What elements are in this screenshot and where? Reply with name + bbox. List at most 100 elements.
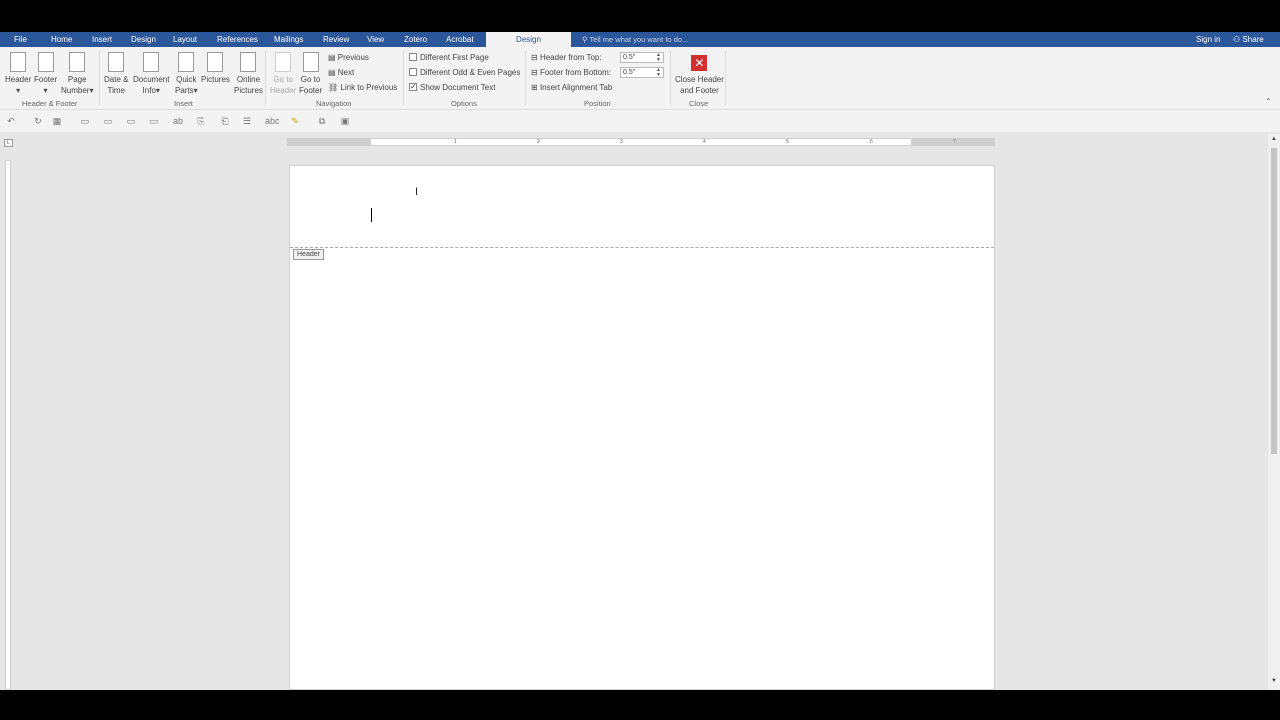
header-tag: Header	[293, 249, 324, 260]
group-divider	[99, 51, 100, 105]
checkbox-checked-icon	[409, 82, 417, 91]
footer-from-bottom-label: ⊟ Footer from Bottom:	[531, 68, 612, 77]
link-to-previous-button[interactable]: ⛓ Link to Previous	[328, 83, 397, 92]
quick-parts-icon	[178, 52, 195, 72]
group-label-header-footer: Header & Footer	[22, 99, 78, 108]
clipboard-icon[interactable]: ⎘	[196, 116, 206, 126]
document-info-button[interactable]: Document Info▾	[133, 52, 169, 96]
bullet-list-icon[interactable]: ☰	[242, 116, 252, 126]
tab-selector-icon[interactable]: L	[4, 139, 13, 147]
go-to-footer-button[interactable]: Go to Footer	[299, 52, 322, 96]
highlight-icon[interactable]: ✎	[290, 116, 300, 126]
header-from-top-spinner[interactable]: 0.5" ▲ ▼	[620, 52, 664, 63]
tab-mailings[interactable]: Mailings	[274, 35, 303, 44]
ruler-number: 4	[703, 139, 706, 145]
text-cursor	[371, 208, 372, 222]
share-button[interactable]: ⚇ Share	[1233, 35, 1264, 44]
group-divider	[725, 51, 726, 105]
different-odd-even-checkbox[interactable]: Different Odd & Even Pages	[409, 68, 520, 77]
format-icon[interactable]: ▭	[149, 116, 159, 126]
ruler-number: 2	[537, 139, 540, 145]
format-icon[interactable]: ▭	[103, 116, 113, 126]
footer-button[interactable]: Footer ▾	[34, 52, 57, 96]
scrollbar-thumb[interactable]	[1271, 148, 1277, 454]
different-first-page-checkbox[interactable]: Different First Page	[409, 53, 489, 62]
spinner-arrows-icon[interactable]: ▲ ▼	[656, 68, 661, 78]
tab-design[interactable]: Design	[131, 35, 156, 44]
dropdown-arrow-icon: ▾	[89, 86, 94, 95]
go-to-header-button[interactable]: Go to Header	[270, 52, 296, 96]
undo-icon[interactable]: ↶	[6, 116, 16, 126]
ruler-number: 1	[454, 139, 457, 145]
next-button[interactable]: ▤ Next	[328, 68, 354, 77]
ribbon: Header ▾ Footer ▾ Page Number▾ Header & Foo…	[0, 47, 1280, 110]
calendar-icon	[108, 52, 125, 72]
tell-me-box[interactable]: ⚲ Tell me what you want to do...	[582, 35, 688, 44]
collapse-ribbon-icon[interactable]: ⌃	[1265, 97, 1272, 106]
tab-review[interactable]: Review	[323, 35, 349, 44]
header-button[interactable]: Header ▾	[5, 52, 31, 96]
group-label-navigation: Navigation	[316, 99, 352, 108]
go-to-footer-icon	[302, 52, 319, 72]
tab-zotero[interactable]: Zotero	[404, 35, 427, 44]
quick-parts-button[interactable]: Quick Parts▾	[175, 52, 198, 96]
window-top-bar	[0, 0, 1280, 32]
group-divider	[265, 51, 266, 105]
online-pictures-button[interactable]: Online Pictures	[234, 52, 263, 96]
footer-from-bottom-spinner[interactable]: 0.5" ▲ ▼	[620, 67, 664, 78]
previous-button[interactable]: ▤ Previous	[328, 53, 369, 62]
redo-icon[interactable]: ↻	[33, 116, 43, 126]
table-icon[interactable]: ▦	[52, 116, 62, 126]
footer-icon	[37, 52, 54, 72]
next-icon: ▤	[328, 68, 338, 77]
picture-icon	[207, 52, 224, 72]
sign-in-link[interactable]: Sign in	[1196, 35, 1220, 44]
document-page[interactable]: I Header	[289, 165, 995, 690]
checkbox-icon	[409, 53, 417, 61]
quick-access-toolbar: ↶ ↻ ▦ ▭ ▭ ▭ ▭ ab ⎘ ⎗ ☰ abc ✎ ⧉ ▣	[0, 110, 1280, 132]
save-icon[interactable]: ▣	[340, 116, 350, 126]
dropdown-arrow-icon: ▾	[155, 86, 160, 95]
dropdown-arrow-icon: ▾	[193, 86, 198, 95]
tab-layout[interactable]: Layout	[173, 35, 197, 44]
insert-alignment-tab-button[interactable]: ⊞ Insert Alignment Tab	[531, 83, 612, 92]
tab-references[interactable]: References	[217, 35, 258, 44]
scroll-down-icon[interactable]: ▼	[1271, 678, 1277, 684]
ruler-number: 3	[620, 139, 623, 145]
page-icon[interactable]: ⎗	[220, 116, 230, 126]
tab-acrobat[interactable]: Acrobat	[446, 35, 474, 44]
close-icon: ✕	[691, 55, 708, 71]
window-bottom-bar	[0, 690, 1280, 720]
checkbox-icon	[409, 68, 417, 76]
tab-view[interactable]: View	[367, 35, 384, 44]
go-to-header-icon	[275, 52, 292, 72]
ribbon-tab-bar: File Home Insert Design Layout Reference…	[0, 32, 1280, 47]
page-number-button[interactable]: Page Number▾	[61, 52, 93, 96]
copy-icon[interactable]: ⧉	[317, 116, 327, 126]
format-icon[interactable]: ▭	[80, 116, 90, 126]
ruler-number: 6	[870, 139, 873, 145]
dropdown-arrow-icon: ▾	[16, 86, 21, 95]
tab-home[interactable]: Home	[51, 35, 72, 44]
group-divider	[525, 51, 526, 105]
vertical-ruler[interactable]	[5, 160, 11, 690]
previous-icon: ▤	[328, 53, 338, 62]
document-info-icon	[143, 52, 160, 72]
close-header-footer-button[interactable]: ✕ Close Header and Footer	[675, 55, 724, 96]
tab-file[interactable]: File	[14, 35, 27, 44]
vertical-scrollbar[interactable]: ▲ ▼	[1268, 134, 1280, 690]
strikethrough-icon[interactable]: abc	[265, 116, 280, 126]
horizontal-ruler[interactable]: 1 2 3 4 5 6 7	[287, 138, 995, 146]
tab-insert[interactable]: Insert	[92, 35, 112, 44]
group-label-position: Position	[584, 99, 611, 108]
ruler-margin-left	[288, 139, 371, 145]
date-time-button[interactable]: Date & Time	[104, 52, 128, 96]
pictures-button[interactable]: Pictures	[201, 52, 230, 85]
format-icon[interactable]: ▭	[126, 116, 136, 126]
group-divider	[403, 51, 404, 105]
spinner-arrows-icon[interactable]: ▲ ▼	[656, 53, 661, 63]
strikethrough-icon[interactable]: ab	[173, 116, 183, 126]
scroll-up-icon[interactable]: ▲	[1271, 136, 1277, 142]
tab-header-footer-design[interactable]: Design	[486, 32, 571, 47]
show-document-text-checkbox[interactable]: Show Document Text	[409, 82, 495, 92]
